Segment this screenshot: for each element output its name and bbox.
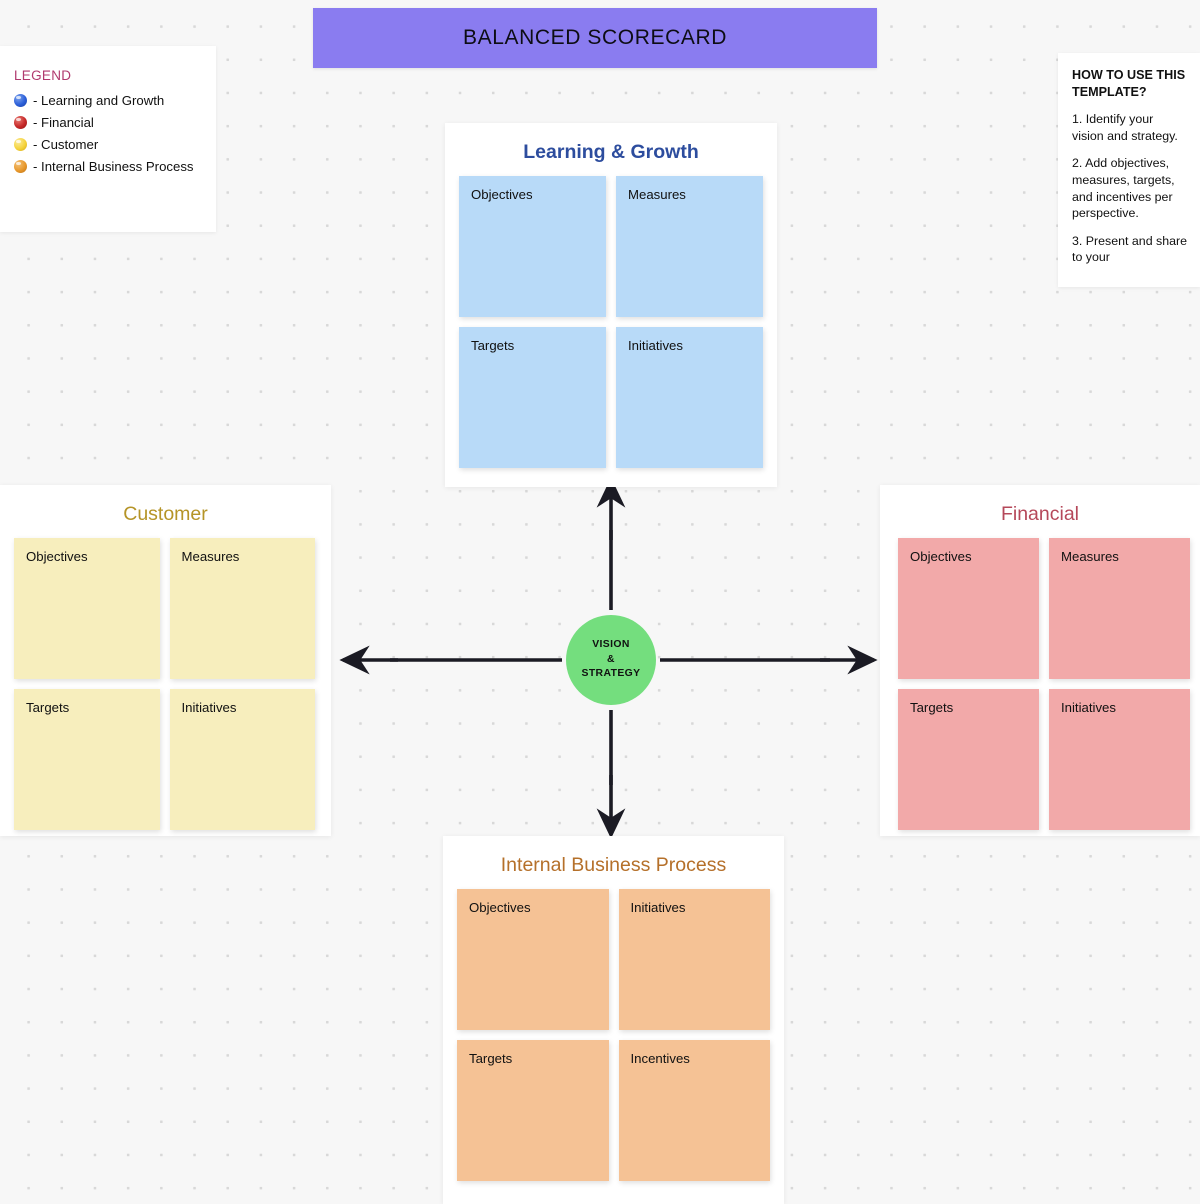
vision-line-1: VISION: [592, 638, 630, 650]
note-targets[interactable]: Targets: [14, 689, 160, 830]
legend-item-label: - Customer: [33, 137, 99, 152]
how-to-use-step-3: 3. Present and share to your: [1072, 233, 1188, 265]
legend-item-label: - Financial: [33, 115, 94, 130]
note-measures[interactable]: Measures: [169, 538, 315, 679]
blue-dot-icon: [14, 94, 27, 107]
how-to-use-title: HOW TO USE THIS TEMPLATE?: [1072, 68, 1186, 99]
quadrant-internal-business-process: Internal Business Process Objectives Ini…: [443, 836, 784, 1204]
note-measures[interactable]: Measures: [616, 176, 763, 317]
quadrant-customer: Customer Objectives Measures Targets Ini…: [0, 485, 331, 836]
how-to-use-step-2: 2. Add objectives, measures, targets, an…: [1072, 156, 1175, 221]
note-initiatives[interactable]: Initiatives: [169, 689, 315, 830]
note-incentives[interactable]: Incentives: [618, 1040, 770, 1181]
note-measures[interactable]: Measures: [1049, 538, 1190, 679]
orange-dot-icon: [14, 160, 27, 173]
quadrant-financial: Financial Objectives Measures Targets In…: [880, 485, 1200, 836]
vision-line-3: STRATEGY: [581, 668, 641, 680]
note-initiatives[interactable]: Initiatives: [616, 327, 763, 468]
note-grid: Objectives Measures Targets Initiatives: [0, 538, 331, 844]
how-to-use-panel: HOW TO USE THIS TEMPLATE? 1. Identify yo…: [1058, 53, 1200, 287]
legend-item-learning: - Learning and Growth: [14, 93, 202, 108]
note-initiatives[interactable]: Initiatives: [1049, 689, 1190, 830]
quadrant-title: Customer: [123, 503, 208, 525]
yellow-dot-icon: [14, 138, 27, 151]
quadrant-title: Learning & Growth: [523, 141, 699, 163]
legend-title: LEGEND: [14, 68, 72, 83]
note-targets[interactable]: Targets: [898, 689, 1039, 830]
note-grid: Objectives Initiatives Targets Incentive…: [443, 889, 784, 1195]
note-objectives[interactable]: Objectives: [14, 538, 160, 679]
quadrant-title: Financial: [1000, 503, 1080, 525]
note-grid: Objectives Measures Targets Initiatives: [445, 176, 777, 482]
legend-item-internal: - Internal Business Process: [14, 159, 202, 174]
note-targets[interactable]: Targets: [459, 327, 606, 468]
legend-item-label: - Internal Business Process: [33, 159, 194, 174]
note-objectives[interactable]: Objectives: [457, 889, 609, 1030]
legend-panel: LEGEND - Learning and Growth - Financial…: [0, 46, 216, 232]
note-grid: Objectives Measures Targets Initiatives: [880, 538, 1200, 844]
legend-item-label: - Learning and Growth: [33, 93, 165, 108]
legend-item-financial: - Financial: [14, 115, 202, 130]
legend-item-customer: - Customer: [14, 137, 202, 152]
note-objectives[interactable]: Objectives: [459, 176, 606, 317]
quadrant-learning-and-growth: Learning & Growth Objectives Measures Ta…: [445, 123, 777, 487]
note-objectives[interactable]: Objectives: [898, 538, 1039, 679]
quadrant-title: Internal Business Process: [500, 854, 727, 876]
page-title-banner: BALANCED SCORECARD: [313, 8, 877, 68]
note-initiatives[interactable]: Initiatives: [618, 889, 770, 1030]
page-title: BALANCED SCORECARD: [462, 26, 728, 49]
red-dot-icon: [14, 116, 27, 129]
whiteboard-canvas: BALANCED SCORECARD LEGEND - Learning and…: [0, 0, 1200, 1204]
note-targets[interactable]: Targets: [457, 1040, 609, 1181]
vision-and-strategy-node[interactable]: VISION & STRATEGY: [566, 615, 656, 705]
how-to-use-step-1: 1. Identify your vision and strategy.: [1072, 112, 1178, 143]
vision-line-2: &: [607, 653, 615, 665]
